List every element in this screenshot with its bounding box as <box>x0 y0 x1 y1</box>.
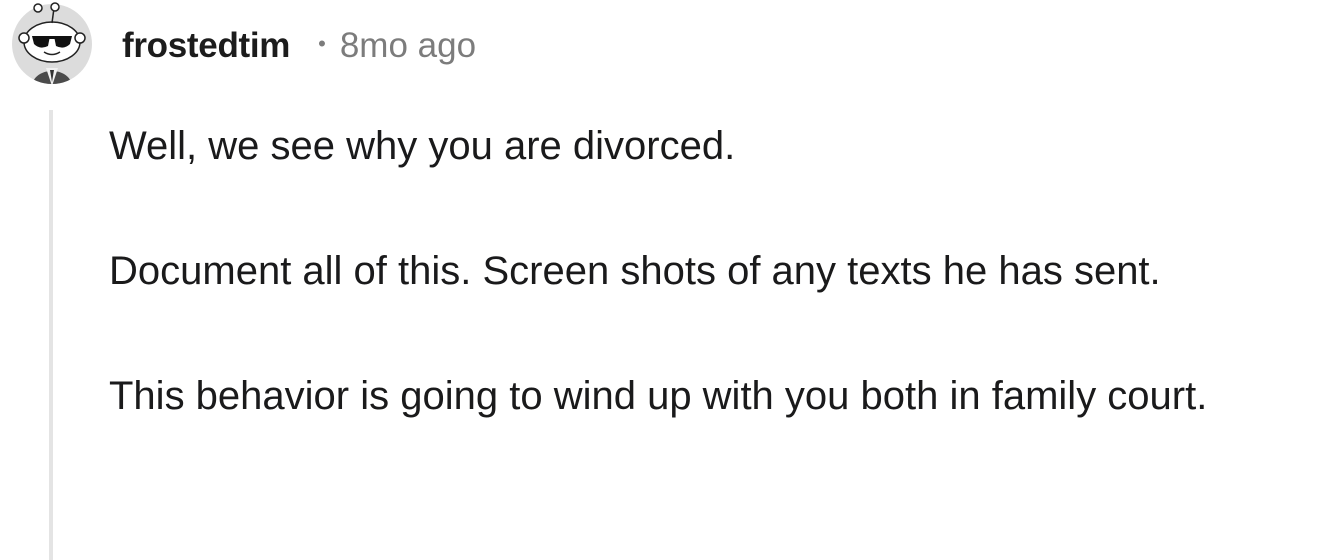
timestamp[interactable]: 8mo ago <box>340 26 476 66</box>
comment-paragraph: This behavior is going to wind up with y… <box>109 374 1208 418</box>
comment: frostedtim • 8mo ago Well, we see why yo… <box>0 0 1324 560</box>
comment-body: Well, we see why you are divorced. Docum… <box>109 112 1323 487</box>
comment-meta: frostedtim • 8mo ago <box>122 20 476 72</box>
reddit-snoo-sunglasses-avatar-icon <box>12 2 92 84</box>
username-link[interactable]: frostedtim <box>122 26 290 66</box>
comment-paragraph: Well, we see why you are divorced. <box>109 124 736 168</box>
thread-line[interactable] <box>49 110 53 560</box>
avatar[interactable] <box>10 2 94 86</box>
comment-paragraph: Document all of this. Screen shots of an… <box>109 249 1161 293</box>
meta-separator: • <box>318 31 326 56</box>
